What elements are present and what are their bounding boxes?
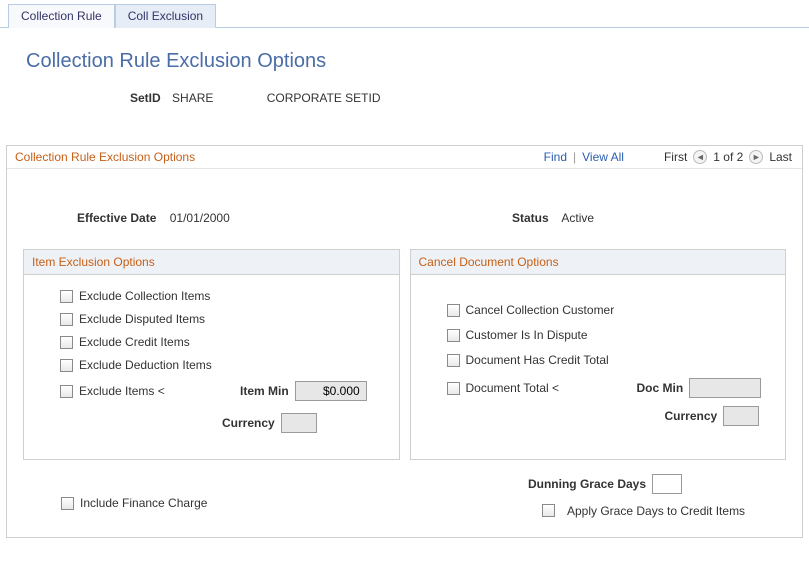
prev-icon[interactable]: ◄ <box>693 150 707 164</box>
customer-in-dispute-checkbox[interactable] <box>447 329 460 342</box>
view-all-link[interactable]: View All <box>582 150 624 164</box>
status-label: Status <box>512 211 549 225</box>
cancel-currency-label: Currency <box>665 409 718 423</box>
doc-min-label: Doc Min <box>637 381 684 395</box>
doc-has-credit-total-label: Document Has Credit Total <box>466 353 609 367</box>
doc-min-input[interactable] <box>689 378 761 398</box>
exclude-items-lt-label: Exclude Items < <box>79 384 165 398</box>
position-text: 1 of 2 <box>713 150 743 164</box>
setid-row: SetID SHARE CORPORATE SETID <box>130 91 809 105</box>
status-value: Active <box>561 211 594 225</box>
item-exclusion-group: Item Exclusion Options Exclude Collectio… <box>23 249 400 460</box>
eff-date-label: Effective Date <box>77 211 156 225</box>
tab-coll-exclusion[interactable]: Coll Exclusion <box>115 4 216 28</box>
exclude-deduction-checkbox[interactable] <box>60 359 73 372</box>
exclude-disputed-checkbox[interactable] <box>60 313 73 326</box>
find-link[interactable]: Find <box>544 150 567 164</box>
cancel-document-title: Cancel Document Options <box>411 250 786 275</box>
exclude-items-lt-checkbox[interactable] <box>60 385 73 398</box>
document-total-lt-label: Document Total < <box>466 381 560 395</box>
item-min-label: Item Min <box>240 384 289 398</box>
exclude-credit-checkbox[interactable] <box>60 336 73 349</box>
item-min-input[interactable] <box>295 381 367 401</box>
panel-title: Collection Rule Exclusion Options <box>15 150 544 164</box>
doc-has-credit-total-checkbox[interactable] <box>447 354 460 367</box>
exclude-credit-label: Exclude Credit Items <box>79 335 190 349</box>
exclude-deduction-label: Exclude Deduction Items <box>79 358 212 372</box>
cancel-document-group: Cancel Document Options Cancel Collectio… <box>410 249 787 460</box>
apply-grace-days-checkbox[interactable] <box>542 504 555 517</box>
first-link[interactable]: First <box>664 150 687 164</box>
apply-grace-days-label: Apply Grace Days to Credit Items <box>567 504 745 518</box>
include-finance-charge-checkbox[interactable] <box>61 497 74 510</box>
nav-separator: | <box>573 150 576 164</box>
panel-header: Collection Rule Exclusion Options Find |… <box>7 146 802 169</box>
cancel-collection-customer-checkbox[interactable] <box>447 304 460 317</box>
tab-collection-rule[interactable]: Collection Rule <box>8 4 115 28</box>
document-total-lt-checkbox[interactable] <box>447 382 460 395</box>
last-link[interactable]: Last <box>769 150 792 164</box>
cancel-currency-input[interactable] <box>723 406 759 426</box>
exclude-collection-checkbox[interactable] <box>60 290 73 303</box>
dunning-grace-days-input[interactable] <box>652 474 682 494</box>
customer-in-dispute-label: Customer Is In Dispute <box>466 328 588 342</box>
include-finance-charge-label: Include Finance Charge <box>80 496 207 510</box>
setid-label: SetID <box>130 91 161 105</box>
page-title: Collection Rule Exclusion Options <box>26 50 809 73</box>
bottom-row: Include Finance Charge Dunning Grace Day… <box>7 460 802 519</box>
setid-value: SHARE <box>172 91 213 105</box>
eff-date-value: 01/01/2000 <box>170 211 230 225</box>
scroll-nav: Find | View All First ◄ 1 of 2 ► Last <box>544 150 794 164</box>
item-currency-label: Currency <box>222 416 275 430</box>
status-row: Effective Date 01/01/2000 Status Active <box>7 169 802 249</box>
exclude-disputed-label: Exclude Disputed Items <box>79 312 205 326</box>
groups-row: Item Exclusion Options Exclude Collectio… <box>7 249 802 460</box>
setid-desc: CORPORATE SETID <box>267 91 381 105</box>
exclusion-panel: Collection Rule Exclusion Options Find |… <box>6 145 803 538</box>
exclude-collection-label: Exclude Collection Items <box>79 289 210 303</box>
tab-strip: Collection Rule Coll Exclusion <box>0 0 809 28</box>
dunning-grace-days-label: Dunning Grace Days <box>528 477 646 491</box>
item-currency-input[interactable] <box>281 413 317 433</box>
next-icon[interactable]: ► <box>749 150 763 164</box>
item-exclusion-title: Item Exclusion Options <box>24 250 399 275</box>
cancel-collection-customer-label: Cancel Collection Customer <box>466 303 615 317</box>
